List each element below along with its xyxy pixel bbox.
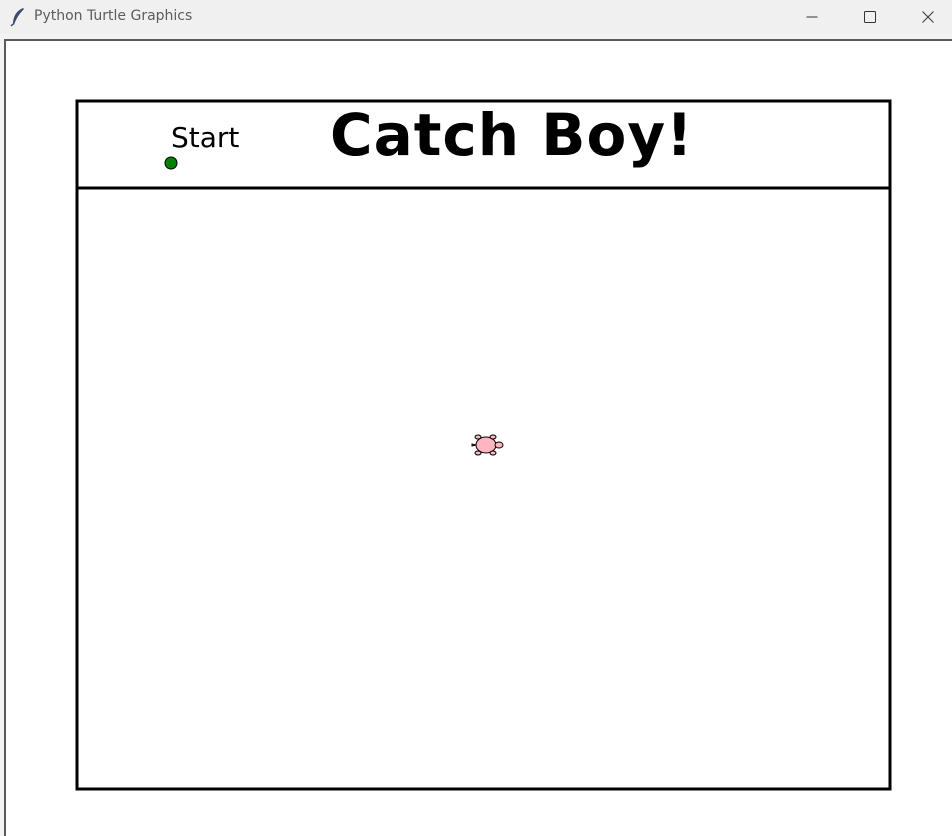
turtle-window: Python Turtle Graphics Start Catch Boy!	[0, 0, 952, 836]
turtle-icon[interactable]	[471, 434, 504, 456]
start-dot[interactable]	[164, 156, 178, 170]
game-title: Catch Boy!	[330, 101, 694, 169]
start-button[interactable]: Start	[171, 124, 239, 152]
